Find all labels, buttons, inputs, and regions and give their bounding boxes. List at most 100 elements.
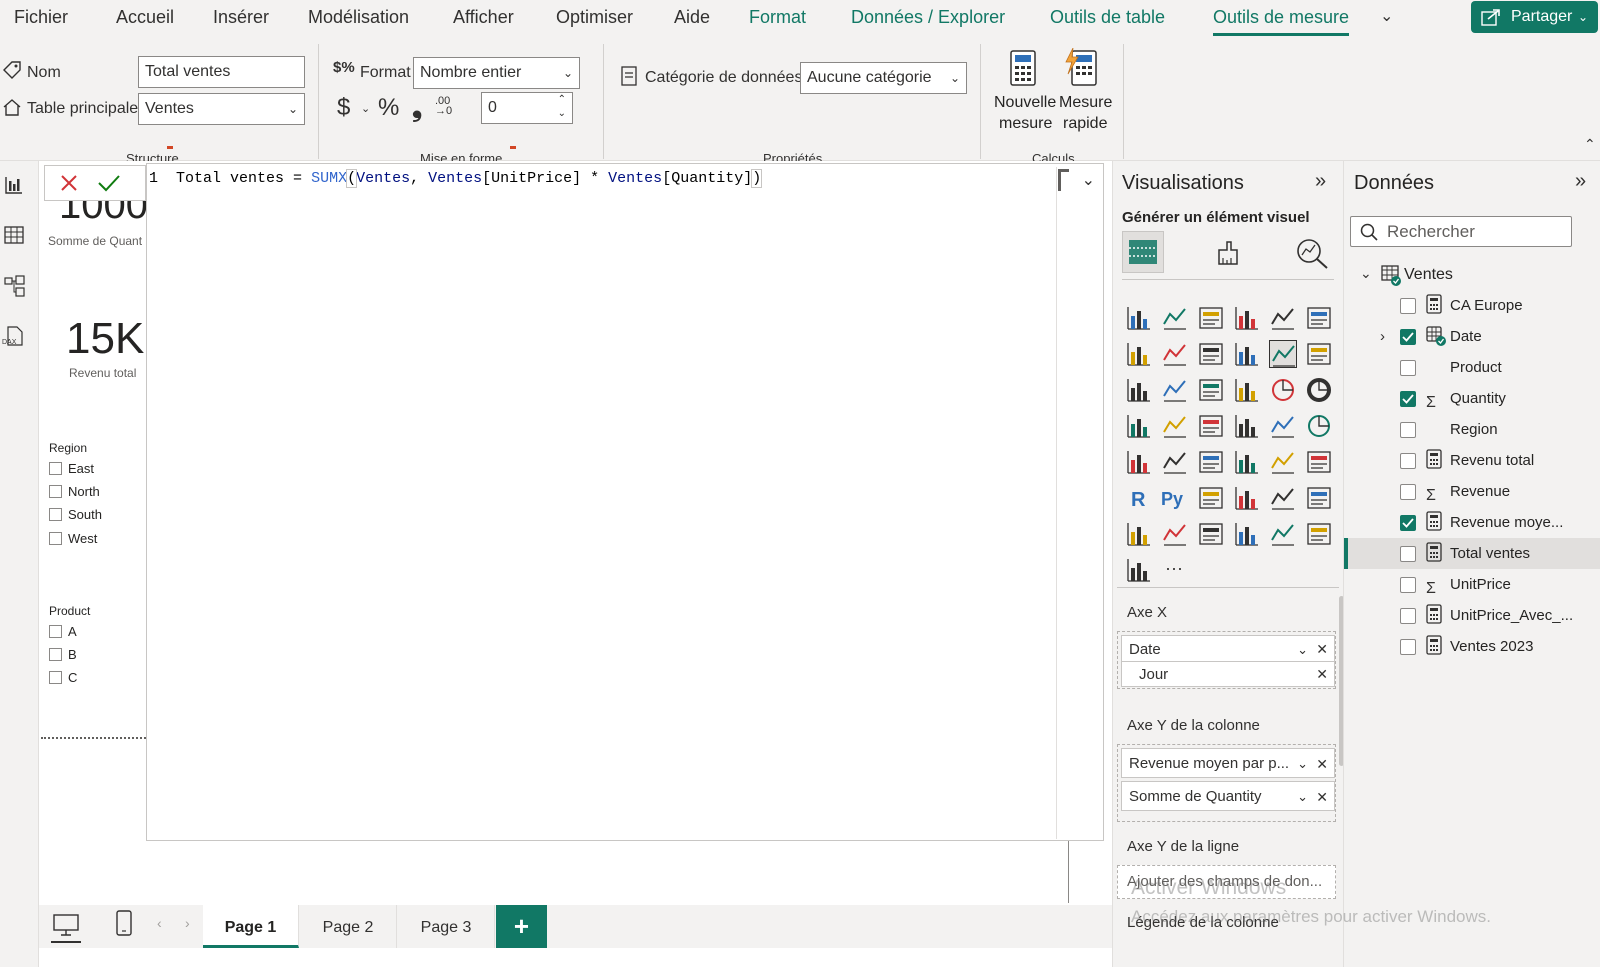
qa-visual-icon[interactable] (1269, 484, 1297, 512)
python-visual-icon[interactable]: Py (1161, 484, 1189, 512)
azure-maps-2-icon[interactable] (1269, 520, 1297, 548)
decomposition-tree-icon[interactable] (1233, 484, 1261, 512)
field-item[interactable]: Product (1344, 352, 1600, 383)
funnel-chart-icon[interactable] (1197, 376, 1225, 404)
checkbox[interactable] (49, 508, 62, 521)
map-icon[interactable] (1161, 412, 1189, 440)
slicer-item-east[interactable]: East (49, 461, 94, 476)
slicer-item-a[interactable]: A (49, 624, 77, 639)
menu-inserer[interactable]: Insérer (213, 0, 269, 36)
line-clustered-column-icon[interactable] (1269, 340, 1297, 368)
field-checkbox[interactable] (1400, 298, 1416, 314)
format-select[interactable]: Nombre entier ⌄ (413, 57, 580, 89)
100-stacked-column-icon[interactable] (1305, 304, 1333, 332)
table-name-ventes[interactable]: Ventes (1404, 266, 1453, 284)
field-item[interactable]: CA Europe (1344, 290, 1600, 321)
ribbon-chart-icon[interactable] (1125, 376, 1153, 404)
page-tab-3[interactable]: Page 3 (398, 905, 495, 948)
collapse-ribbon-icon[interactable]: ⌃ (1584, 136, 1596, 153)
formula-text[interactable]: Total ventes = SUMX(Ventes, Ventes[UnitP… (176, 169, 763, 188)
checkbox[interactable] (49, 532, 62, 545)
measure-name-input[interactable]: Total ventes (138, 56, 305, 88)
menu-donnees-explorer[interactable]: Données / Explorer (851, 0, 1005, 36)
stepper-down-icon[interactable]: ⌄ (558, 99, 566, 123)
100-stacked-area-icon[interactable] (1233, 340, 1261, 368)
field-checkbox[interactable] (1400, 608, 1416, 624)
category-select[interactable]: Aucune catégorie ⌄ (800, 62, 967, 94)
field-item[interactable]: Σ Quantity (1344, 383, 1600, 414)
new-card-icon[interactable] (1197, 520, 1225, 548)
quick-measure-button[interactable]: Mesure rapide (1058, 46, 1114, 136)
field-item[interactable]: Ventes 2023 (1344, 631, 1600, 662)
shape-map-icon[interactable] (1233, 412, 1261, 440)
menu-outils-de-table[interactable]: Outils de table (1050, 0, 1165, 36)
filled-map-icon[interactable] (1197, 412, 1225, 440)
dax-query-view-icon[interactable]: DAX (2, 325, 26, 349)
menu-afficher[interactable]: Afficher (453, 0, 514, 36)
slicer-icon[interactable] (1233, 448, 1261, 476)
home-table-select[interactable]: Ventes ⌄ (138, 93, 305, 125)
chevron-down-icon[interactable]: ⌄ (1297, 636, 1308, 661)
field-checkbox[interactable] (1400, 546, 1416, 562)
checkbox[interactable] (49, 648, 62, 661)
comma-button[interactable]: ❟ (412, 92, 422, 124)
kpi-icon[interactable] (1197, 448, 1225, 476)
formula-code[interactable]: 1 Total ventes = SUMX(Ventes, Ventes[Uni… (149, 169, 763, 188)
checkbox[interactable] (49, 462, 62, 475)
search-box[interactable]: Rechercher (1350, 216, 1572, 247)
line-stacked-column-icon[interactable] (1305, 340, 1333, 368)
field-item[interactable]: Σ Revenue (1344, 476, 1600, 507)
cancel-icon[interactable] (59, 173, 79, 193)
collapse-pane-chevron-icon[interactable]: » (1575, 170, 1586, 193)
format-visual-paintbrush-icon[interactable] (1213, 238, 1243, 268)
field-checkbox[interactable] (1400, 422, 1416, 438)
field-checkbox[interactable] (1400, 639, 1416, 655)
currency-chevron-icon[interactable]: ⌄ (361, 102, 370, 115)
checkbox[interactable] (49, 625, 62, 638)
get-more-visuals-icon[interactable] (1125, 556, 1153, 584)
field-checkbox[interactable] (1400, 515, 1416, 531)
scatter-chart-icon[interactable] (1233, 376, 1261, 404)
field-checkbox[interactable] (1400, 577, 1416, 593)
field-item[interactable]: UnitPrice_Avec_... (1344, 600, 1600, 631)
checkbox[interactable] (49, 671, 62, 684)
chevron-down-icon[interactable]: ⌄ (1297, 782, 1308, 810)
clustered-column-icon[interactable] (1233, 304, 1261, 332)
menu-fichier[interactable]: Fichier (14, 0, 68, 36)
key-influencers-icon[interactable] (1197, 484, 1225, 512)
gauge-icon[interactable] (1305, 412, 1333, 440)
report-view-icon[interactable] (4, 175, 24, 195)
treemap-icon[interactable] (1125, 412, 1153, 440)
stacked-area-icon[interactable] (1197, 340, 1225, 368)
slicer-item-north[interactable]: North (49, 484, 100, 499)
page-tab-2[interactable]: Page 2 (300, 905, 397, 948)
new-measure-button[interactable]: Nouvelle mesure (990, 46, 1056, 136)
table-icon[interactable] (1269, 448, 1297, 476)
power-apps-icon[interactable] (1233, 520, 1261, 548)
field-checkbox[interactable] (1400, 484, 1416, 500)
collapse-pane-chevron-icon[interactable]: » (1315, 170, 1326, 193)
donut-chart-icon[interactable] (1305, 376, 1333, 404)
field-pill-revenue-moyen[interactable]: Revenue moyen par p... ⌄ ✕ (1121, 748, 1335, 778)
desktop-layout-icon[interactable] (53, 914, 79, 936)
stacked-column-icon[interactable] (1161, 304, 1189, 332)
field-checkbox[interactable] (1400, 360, 1416, 376)
build-visual-tab[interactable] (1122, 231, 1164, 273)
field-item[interactable]: Total ventes (1344, 538, 1600, 569)
pie-chart-icon[interactable] (1269, 376, 1297, 404)
stacked-bar-icon[interactable] (1125, 304, 1153, 332)
field-pill-somme-quantity[interactable]: Somme de Quantity ⌄ ✕ (1121, 781, 1335, 811)
more-options-icon[interactable]: ··· (1161, 556, 1189, 584)
field-item[interactable]: › Date (1344, 321, 1600, 352)
slicer-item-west[interactable]: West (49, 531, 97, 546)
clustered-bar-icon[interactable] (1197, 304, 1225, 332)
field-item[interactable]: Revenu total (1344, 445, 1600, 476)
remove-field-icon[interactable]: ✕ (1316, 636, 1328, 661)
menu-optimiser[interactable]: Optimiser (556, 0, 633, 36)
remove-field-icon[interactable]: ✕ (1316, 662, 1328, 686)
expand-table-chevron-icon[interactable]: ⌄ (1360, 265, 1372, 282)
analytics-magnifier-icon[interactable] (1295, 237, 1329, 269)
multi-row-card-icon[interactable] (1161, 448, 1189, 476)
field-checkbox[interactable] (1400, 453, 1416, 469)
field-checkbox[interactable] (1400, 391, 1416, 407)
